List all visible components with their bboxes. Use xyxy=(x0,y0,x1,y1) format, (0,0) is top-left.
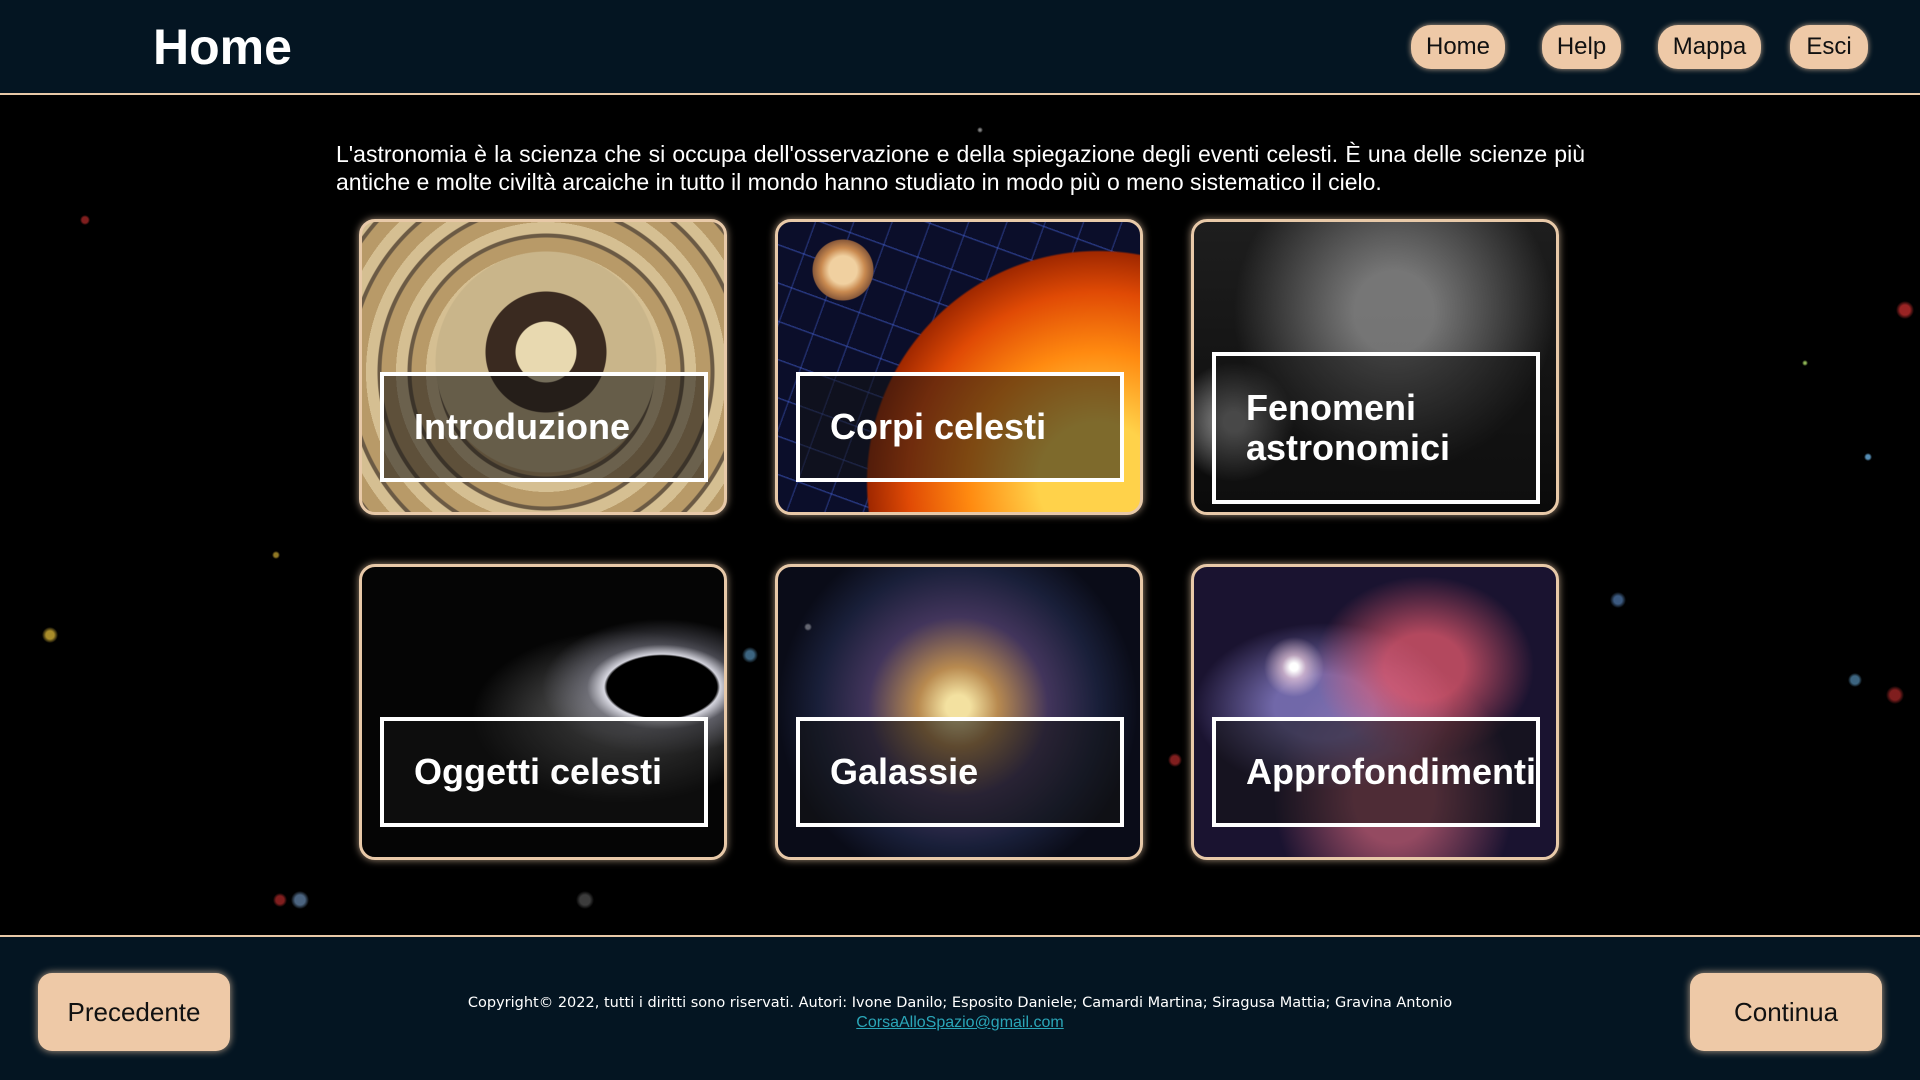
nav-help-button[interactable]: Help xyxy=(1542,25,1621,69)
email-link[interactable]: CorsaAlloSpazio@gmail.com xyxy=(0,1014,1920,1032)
card-oggetti-celesti[interactable]: Oggetti celesti xyxy=(359,564,727,860)
card-label: Fenomeni astronomici xyxy=(1212,352,1540,504)
card-corpi-celesti[interactable]: Corpi celesti xyxy=(775,219,1143,515)
header-bar: Home Home Help Mappa Esci xyxy=(0,0,1920,95)
nav-home-button[interactable]: Home xyxy=(1411,25,1505,69)
copyright-text: Copyright© 2022, tutti i diritti sono ri… xyxy=(467,995,1453,1011)
card-approfondimenti[interactable]: Approfondimenti xyxy=(1191,564,1559,860)
card-label: Approfondimenti xyxy=(1212,717,1540,827)
nav-esci-button[interactable]: Esci xyxy=(1790,25,1868,69)
card-label: Corpi celesti xyxy=(796,372,1124,482)
card-fenomeni-astronomici[interactable]: Fenomeni astronomici xyxy=(1191,219,1559,515)
card-introduzione[interactable]: Introduzione xyxy=(359,219,727,515)
card-label: Introduzione xyxy=(380,372,708,482)
card-label: Galassie xyxy=(796,717,1124,827)
copyright-block: Copyright© 2022, tutti i diritti sono ri… xyxy=(0,993,1920,1032)
intro-paragraph: L'astronomia è la scienza che si occupa … xyxy=(336,141,1585,195)
nav-mappa-button[interactable]: Mappa xyxy=(1658,25,1761,69)
card-galassie[interactable]: Galassie xyxy=(775,564,1143,860)
page-title: Home xyxy=(153,19,292,75)
footer-bar: Precedente Copyright© 2022, tutti i diri… xyxy=(0,935,1920,1080)
card-label: Oggetti celesti xyxy=(380,717,708,827)
continue-button[interactable]: Continua xyxy=(1690,973,1882,1051)
